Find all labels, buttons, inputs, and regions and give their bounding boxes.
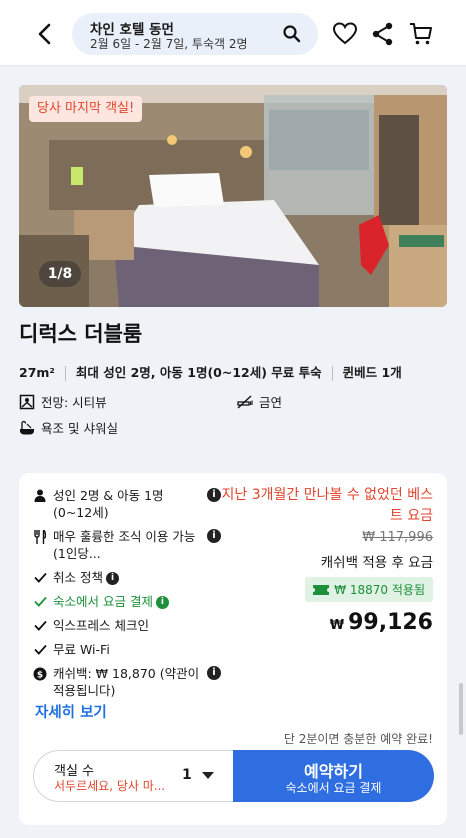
- inclusion-wifi-label: 무료 Wi-Fi: [53, 642, 110, 657]
- final-price-value: 99,126: [348, 610, 433, 635]
- inclusion-pay-at-property[interactable]: 숙소에서 요금 결제 i: [33, 593, 219, 610]
- cashback-note: 캐쉬백 적용 후 요금: [320, 555, 433, 571]
- cashback-applied-badge: ₩ 18870 적용됨: [305, 577, 433, 602]
- final-price: ₩99,126: [213, 610, 433, 635]
- inclusion-express-checkin: 익스프레스 체크인: [33, 617, 219, 634]
- feature-bath: 욕조 및 샤워실: [19, 418, 118, 437]
- caret-down-icon[interactable]: [202, 772, 214, 779]
- room-photo[interactable]: 당사 마지막 객실! 1/8: [19, 85, 447, 307]
- feature-bath-label: 욕조 및 샤워실: [41, 421, 118, 436]
- cashback-ticket-icon: [313, 584, 330, 595]
- check-icon: [33, 569, 47, 586]
- no-smoking-icon: [237, 394, 253, 409]
- svg-text:$: $: [37, 670, 43, 680]
- scrollbar[interactable]: [459, 683, 463, 735]
- feature-smoking: 금연: [237, 392, 282, 411]
- inclusion-breakfast-label: 매우 훌륭한 조식 이용 가능 (1인당...: [53, 529, 196, 561]
- utensils-icon: [33, 528, 47, 545]
- room-occupancy: 최대 성인 2명, 아동 1명(0~12세) 무료 투숙: [75, 365, 322, 380]
- cashback-applied-label: ₩ 18870 적용됨: [334, 583, 425, 597]
- info-icon[interactable]: i: [105, 572, 119, 585]
- search-icon[interactable]: [282, 24, 302, 44]
- info-icon[interactable]: i: [207, 666, 221, 680]
- check-icon: [33, 641, 47, 658]
- cart-icon[interactable]: [408, 21, 434, 47]
- best-rate-message: 지난 3개월간 만나볼 수 없었던 베스트 요금: [221, 487, 433, 524]
- rate-offer-card: 성인 2명 & 아동 1명 (0~12세) i 매우 훌륭한 조식 이용 가능 …: [19, 473, 447, 825]
- booking-bar: 객실 수 서두르세요, 당사 마... 1 예약하기 숙소에서 요금 결제: [33, 750, 434, 802]
- stay-dates-guests: 2월 6일 - 2월 7일, 투숙객 2명: [90, 37, 248, 51]
- room-count-value: 1: [182, 767, 192, 783]
- cashback-icon: $: [33, 665, 47, 682]
- inclusion-express-label: 익스프레스 체크인: [53, 618, 149, 633]
- room-count-hint: 서두르세요, 당사 마...: [54, 779, 166, 793]
- inclusion-pay-label: 숙소에서 요금 결제 i: [53, 593, 169, 610]
- info-icon[interactable]: i: [155, 596, 169, 609]
- view-icon: [19, 394, 35, 409]
- book-now-sublabel: 숙소에서 요금 결제: [285, 781, 382, 795]
- divider: [64, 366, 66, 381]
- inclusion-guests-label: 성인 2명 & 아동 1명 (0~12세): [53, 488, 164, 520]
- inclusions-list: 성인 2명 & 아동 1명 (0~12세) i 매우 훌륭한 조식 이용 가능 …: [33, 487, 221, 706]
- inclusion-wifi: 무료 Wi-Fi: [33, 641, 219, 658]
- check-icon: [33, 593, 47, 610]
- share-icon[interactable]: [370, 21, 396, 47]
- person-icon: [33, 487, 47, 504]
- last-room-badge: 당사 마지막 객실!: [29, 96, 143, 122]
- price-column: 지난 3개월간 만나볼 수 없었던 베스트 요금 ₩ 117,996 캐쉬백 적…: [213, 485, 433, 635]
- check-icon: [33, 617, 47, 634]
- top-bar: 차인 호텔 동먼 2월 6일 - 2월 7일, 투숙객 2명: [0, 0, 466, 66]
- room-specs: 27m² 최대 성인 2명, 아동 1명(0~12세) 무료 투숙 퀸베드 1개: [19, 362, 402, 381]
- original-price: ₩ 117,996: [362, 530, 433, 545]
- more-details-link[interactable]: 자세히 보기: [35, 701, 107, 722]
- feature-view-label: 전망: 시티뷰: [41, 395, 107, 410]
- inclusion-guests: 성인 2명 & 아동 1명 (0~12세) i: [33, 487, 221, 521]
- inclusion-breakfast: 매우 훌륭한 조식 이용 가능 (1인당... i: [33, 528, 221, 562]
- currency-symbol: ₩: [329, 618, 345, 633]
- room-size: 27m²: [19, 365, 55, 380]
- search-summary-pill[interactable]: 차인 호텔 동먼 2월 6일 - 2월 7일, 투숙객 2명: [72, 13, 318, 55]
- heart-icon[interactable]: [332, 21, 358, 47]
- inclusion-cashback: $ 캐쉬백: ₩ 18,870 (약관이 적용됩니다) i: [33, 665, 221, 699]
- room-bed: 퀸베드 1개: [342, 365, 402, 380]
- inclusion-cancellation[interactable]: 취소 정책 i: [33, 569, 219, 586]
- book-now-button[interactable]: 예약하기 숙소에서 요금 결제: [233, 750, 434, 802]
- divider: [331, 366, 333, 381]
- photo-counter: 1/8: [39, 261, 81, 287]
- back-arrow-icon[interactable]: [30, 18, 58, 50]
- bath-icon: [20, 420, 34, 434]
- room-name: 디럭스 더블룸: [19, 322, 143, 346]
- inclusion-cashback-label: 캐쉬백: ₩ 18,870 (약관이 적용됩니다): [53, 666, 200, 698]
- feature-view: 전망: 시티뷰: [19, 392, 107, 411]
- urgency-message: 단 2분이면 충분한 예약 완료!: [283, 732, 433, 746]
- feature-smoking-label: 금연: [259, 395, 283, 410]
- inclusion-cancellation-label: 취소 정책 i: [53, 569, 119, 586]
